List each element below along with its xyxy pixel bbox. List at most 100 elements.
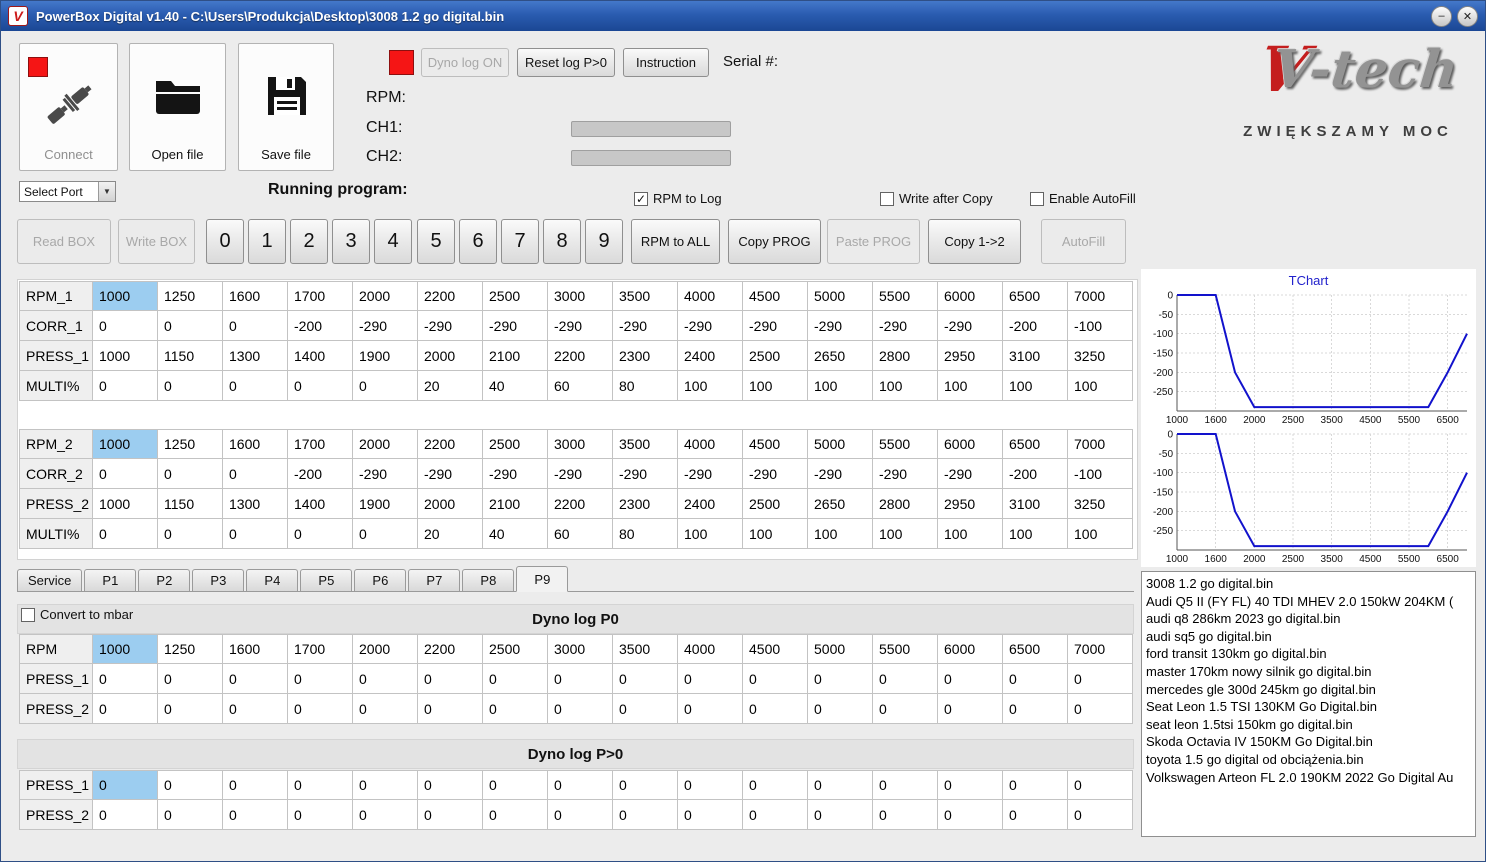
convert-to-mbar-checkbox[interactable]: Convert to mbar [21,607,133,622]
table-cell[interactable]: 0 [288,519,353,549]
table-cell[interactable]: 0 [613,800,678,830]
tab-p3[interactable]: P3 [192,569,245,591]
table-cell[interactable]: 1150 [158,341,223,371]
table-cell[interactable]: 1900 [353,341,418,371]
table-cell[interactable]: 0 [1003,694,1068,724]
table-cell[interactable]: 0 [613,770,678,800]
table-cell[interactable]: 1700 [288,429,353,459]
table-cell[interactable]: 3500 [613,429,678,459]
table-cell[interactable]: 6500 [1003,634,1068,664]
table-cell[interactable]: 0 [483,770,548,800]
table-cell[interactable]: 0 [288,664,353,694]
table-cell[interactable]: 0 [873,664,938,694]
table-cell[interactable]: 7000 [1068,429,1133,459]
table-cell[interactable]: 6000 [938,429,1003,459]
table-cell[interactable]: 0 [353,770,418,800]
table-cell[interactable]: 0 [418,770,483,800]
table-cell[interactable]: 1900 [353,489,418,519]
table-cell[interactable]: 0 [353,694,418,724]
table-cell[interactable]: -290 [808,311,873,341]
digit-button-1[interactable]: 1 [248,219,286,264]
table-cell[interactable]: 1250 [158,429,223,459]
table-cell[interactable]: 1600 [223,281,288,311]
table-cell[interactable]: -290 [353,459,418,489]
table-cell[interactable]: -290 [483,311,548,341]
table-cell[interactable]: 0 [743,694,808,724]
table-cell[interactable]: 100 [938,519,1003,549]
tab-p8[interactable]: P8 [462,569,515,591]
table-cell[interactable]: 0 [808,770,873,800]
table-cell[interactable]: 2950 [938,341,1003,371]
table-cell[interactable]: 100 [1068,519,1133,549]
table-cell[interactable]: 4500 [743,634,808,664]
table-cell[interactable]: 100 [873,371,938,401]
table-cell[interactable]: 0 [288,800,353,830]
table-cell[interactable]: 0 [158,770,223,800]
table-cell[interactable]: -200 [1003,311,1068,341]
table-cell[interactable]: 1400 [288,489,353,519]
table-cell[interactable]: 3000 [548,281,613,311]
table-cell[interactable]: 5000 [808,281,873,311]
file-list-item[interactable]: 3008 1.2 go digital.bin [1146,575,1471,593]
table-cell[interactable]: -290 [743,311,808,341]
table-cell[interactable]: 3000 [548,634,613,664]
table-cell[interactable]: 0 [548,694,613,724]
table-cell[interactable]: 2200 [548,489,613,519]
table-cell[interactable]: 2500 [743,341,808,371]
table-cell[interactable]: 0 [158,800,223,830]
table-cell[interactable]: 0 [678,770,743,800]
table-cell[interactable]: 4000 [678,429,743,459]
table-cell[interactable]: 100 [743,371,808,401]
file-list-item[interactable]: Skoda Octavia IV 150KM Go Digital.bin [1146,733,1471,751]
digit-button-2[interactable]: 2 [290,219,328,264]
table-cell[interactable]: 6500 [1003,429,1068,459]
table-cell[interactable]: 1150 [158,489,223,519]
table-cell[interactable]: 0 [223,664,288,694]
table-cell[interactable]: 2000 [418,341,483,371]
table-cell[interactable]: -290 [873,459,938,489]
table-cell[interactable]: 4000 [678,634,743,664]
tab-p9[interactable]: P9 [516,566,569,592]
digit-button-9[interactable]: 9 [585,219,623,264]
table-cell[interactable]: 1000 [93,281,158,311]
table-cell[interactable]: 2400 [678,489,743,519]
table-cell[interactable]: -100 [1068,459,1133,489]
digit-button-4[interactable]: 4 [374,219,412,264]
table-cell[interactable]: 100 [808,519,873,549]
select-port-dropdown[interactable]: Select Port ▼ [19,181,116,202]
digit-button-3[interactable]: 3 [332,219,370,264]
table-cell[interactable]: 0 [548,664,613,694]
table-cell[interactable]: 100 [1068,371,1133,401]
table-cell[interactable]: 100 [743,519,808,549]
table-cell[interactable]: 0 [743,664,808,694]
table-cell[interactable]: 100 [808,371,873,401]
table-cell[interactable]: 0 [158,311,223,341]
file-list-item[interactable]: audi sq5 go digital.bin [1146,628,1471,646]
table-cell[interactable]: 0 [93,519,158,549]
table-cell[interactable]: 0 [158,519,223,549]
table-cell[interactable]: 2200 [418,429,483,459]
table-cell[interactable]: 80 [613,371,678,401]
table-cell[interactable]: 0 [288,371,353,401]
file-list-item[interactable]: Audi Q5 II (FY FL) 40 TDI MHEV 2.0 150kW… [1146,593,1471,611]
table-cell[interactable]: 7000 [1068,634,1133,664]
table-cell[interactable]: 4500 [743,281,808,311]
table-cell[interactable]: 0 [93,371,158,401]
table-cell[interactable]: 0 [1003,800,1068,830]
table-cell[interactable]: -100 [1068,311,1133,341]
table-cell[interactable]: 5500 [873,634,938,664]
table-cell[interactable]: 0 [678,694,743,724]
table-cell[interactable]: 2950 [938,489,1003,519]
table-cell[interactable]: 3100 [1003,341,1068,371]
table-cell[interactable]: -290 [873,311,938,341]
tab-p7[interactable]: P7 [408,569,461,591]
tab-p1[interactable]: P1 [84,569,137,591]
table-cell[interactable]: 1600 [223,429,288,459]
table-cell[interactable]: -290 [678,459,743,489]
table-cell[interactable]: 1300 [223,341,288,371]
table-cell[interactable]: 40 [483,519,548,549]
tab-p6[interactable]: P6 [354,569,407,591]
table-cell[interactable]: 0 [93,800,158,830]
table-cell[interactable]: 60 [548,519,613,549]
table-cell[interactable]: 2800 [873,341,938,371]
